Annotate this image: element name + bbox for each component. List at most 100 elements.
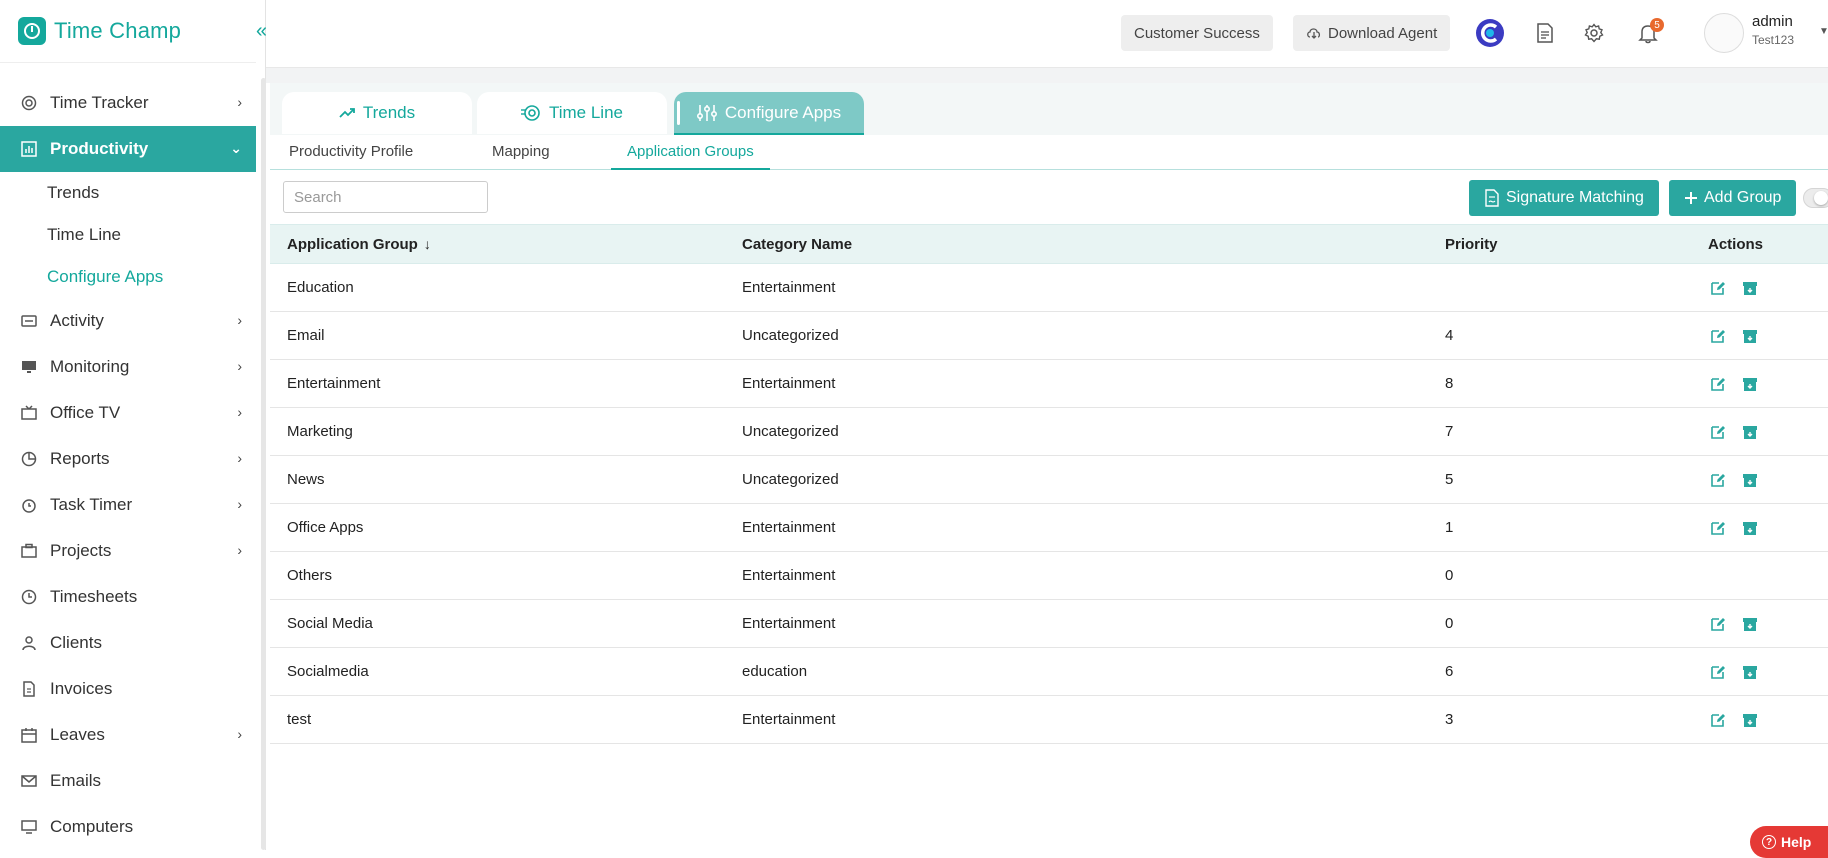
edit-icon[interactable] — [1709, 327, 1727, 345]
sidebar-item-timesheets[interactable]: Timesheets — [0, 574, 256, 620]
invoice-icon — [20, 680, 38, 698]
sidebar-item-clients[interactable]: Clients — [0, 620, 256, 666]
edit-icon[interactable] — [1709, 375, 1727, 393]
tab-time-line[interactable]: Time Line — [477, 92, 667, 134]
activity-icon — [20, 312, 38, 330]
settings-gear-icon[interactable] — [1577, 16, 1611, 50]
customer-success-button[interactable]: Customer Success — [1121, 15, 1273, 51]
sidebar-scrollbar[interactable] — [261, 78, 266, 850]
brand[interactable]: Time Champ — [0, 0, 256, 63]
sidebar-item-monitoring[interactable]: Monitoring › — [0, 344, 256, 390]
sidebar-item-productivity[interactable]: Productivity ⌄ — [0, 126, 256, 172]
cell-category-name: Entertainment — [742, 615, 836, 632]
tab-application-groups[interactable]: Application Groups — [611, 143, 770, 170]
archive-icon[interactable] — [1741, 279, 1759, 297]
cell-actions — [1709, 327, 1759, 345]
sidebar-item-leaves[interactable]: Leaves › — [0, 712, 256, 758]
sidebar-item-label: Productivity — [50, 139, 149, 158]
cell-priority: 8 — [1445, 375, 1454, 392]
notification-bell-icon[interactable]: 5 — [1631, 16, 1665, 50]
cloud-download-icon — [1306, 26, 1322, 40]
chevron-right-icon: › — [237, 94, 242, 110]
alarm-icon — [20, 496, 38, 514]
table-row: Education Entertainment — [270, 264, 1828, 312]
search-input[interactable] — [283, 181, 488, 213]
cell-application-group: Marketing — [287, 423, 353, 440]
caret-down-icon[interactable]: ▼ — [1819, 26, 1828, 37]
sidebar-item-activity[interactable]: Activity › — [0, 298, 256, 344]
sidebar-item-invoices[interactable]: Invoices — [0, 666, 256, 712]
archive-icon[interactable] — [1741, 327, 1759, 345]
champ-app-icon[interactable] — [1473, 16, 1507, 50]
edit-icon[interactable] — [1709, 279, 1727, 297]
cell-priority: 0 — [1445, 567, 1454, 584]
tab-configure-apps[interactable]: Configure Apps — [674, 92, 864, 135]
mail-icon — [20, 772, 38, 790]
sidebar-item-label: Time Tracker — [50, 93, 149, 112]
tab-mapping[interactable]: Mapping — [492, 143, 550, 170]
cell-actions — [1709, 423, 1759, 441]
cell-category-name: Entertainment — [742, 711, 836, 728]
sidebar-item-label: Office TV — [50, 403, 121, 422]
pie-chart-icon — [20, 450, 38, 468]
edit-icon[interactable] — [1709, 711, 1727, 729]
archive-icon[interactable] — [1741, 711, 1759, 729]
document-icon[interactable] — [1528, 16, 1562, 50]
edit-icon[interactable] — [1709, 615, 1727, 633]
edit-icon[interactable] — [1709, 423, 1727, 441]
cell-application-group: Office Apps — [287, 519, 364, 536]
cell-category-name: Entertainment — [742, 375, 836, 392]
cell-priority: 6 — [1445, 663, 1454, 680]
timeline-speed-icon — [520, 104, 541, 122]
sidebar-item-label: Emails — [50, 771, 102, 790]
sidebar-subitem-configure-apps[interactable]: Configure Apps — [0, 256, 256, 298]
table-row: Social Media Entertainment 0 — [270, 600, 1828, 648]
sort-down-arrow-icon[interactable]: ↓ — [424, 236, 431, 252]
sidebar-item-task-timer[interactable]: Task Timer › — [0, 482, 256, 528]
column-header-application-group[interactable]: Application Group ↓ — [287, 236, 431, 253]
cell-actions — [1709, 711, 1759, 729]
header-divider — [266, 68, 1828, 83]
collapse-sidebar-icon[interactable]: « — [256, 20, 267, 43]
cell-application-group: Education — [287, 279, 354, 296]
add-group-button[interactable]: Add Group — [1669, 180, 1797, 216]
cell-application-group: Others — [287, 567, 333, 584]
tab-productivity-profile[interactable]: Productivity Profile — [289, 143, 413, 170]
cell-priority: 4 — [1445, 327, 1454, 344]
sidebar-item-label: Clients — [50, 633, 102, 652]
sidebar-item-label: Task Timer — [50, 495, 133, 514]
edit-icon[interactable] — [1709, 519, 1727, 537]
avatar[interactable] — [1704, 13, 1744, 53]
sidebar-item-office-tv[interactable]: Office TV › — [0, 390, 256, 436]
signature-matching-button[interactable]: Signature Matching — [1469, 180, 1659, 216]
question-icon: ? — [1762, 835, 1776, 849]
user-org: Test123 — [1752, 33, 1795, 47]
archive-icon[interactable] — [1741, 519, 1759, 537]
edit-icon[interactable] — [1709, 471, 1727, 489]
archive-icon[interactable] — [1741, 423, 1759, 441]
brand-name: Time Champ — [54, 18, 182, 43]
user-name[interactable]: admin — [1752, 13, 1793, 30]
sidebar-item-time-tracker[interactable]: Time Tracker › — [0, 80, 256, 126]
archive-icon[interactable] — [1741, 663, 1759, 681]
view-toggle-switch[interactable] — [1803, 188, 1828, 208]
sidebar-item-computers[interactable]: Computers — [0, 804, 256, 850]
table-row: Socialmedia education 6 — [270, 648, 1828, 696]
sidebar-item-projects[interactable]: Projects › — [0, 528, 256, 574]
sidebar-subitem-trends[interactable]: Trends — [0, 172, 256, 214]
archive-icon[interactable] — [1741, 471, 1759, 489]
cell-priority: 0 — [1445, 615, 1454, 632]
archive-icon[interactable] — [1741, 375, 1759, 393]
sidebar-item-emails[interactable]: Emails — [0, 758, 256, 804]
sidebar-subitem-time-line[interactable]: Time Line — [0, 214, 256, 256]
edit-icon[interactable] — [1709, 663, 1727, 681]
help-button[interactable]: ? Help — [1750, 826, 1828, 858]
sidebar-item-reports[interactable]: Reports › — [0, 436, 256, 482]
tab-trends[interactable]: Trends — [282, 92, 472, 134]
tv-icon — [20, 404, 38, 422]
sub-tab-bar: Productivity Profile Mapping Application… — [270, 135, 1828, 170]
sidebar-item-label: Activity — [50, 311, 104, 330]
archive-icon[interactable] — [1741, 615, 1759, 633]
download-agent-button[interactable]: Download Agent — [1293, 15, 1451, 51]
clock-icon — [20, 588, 38, 606]
